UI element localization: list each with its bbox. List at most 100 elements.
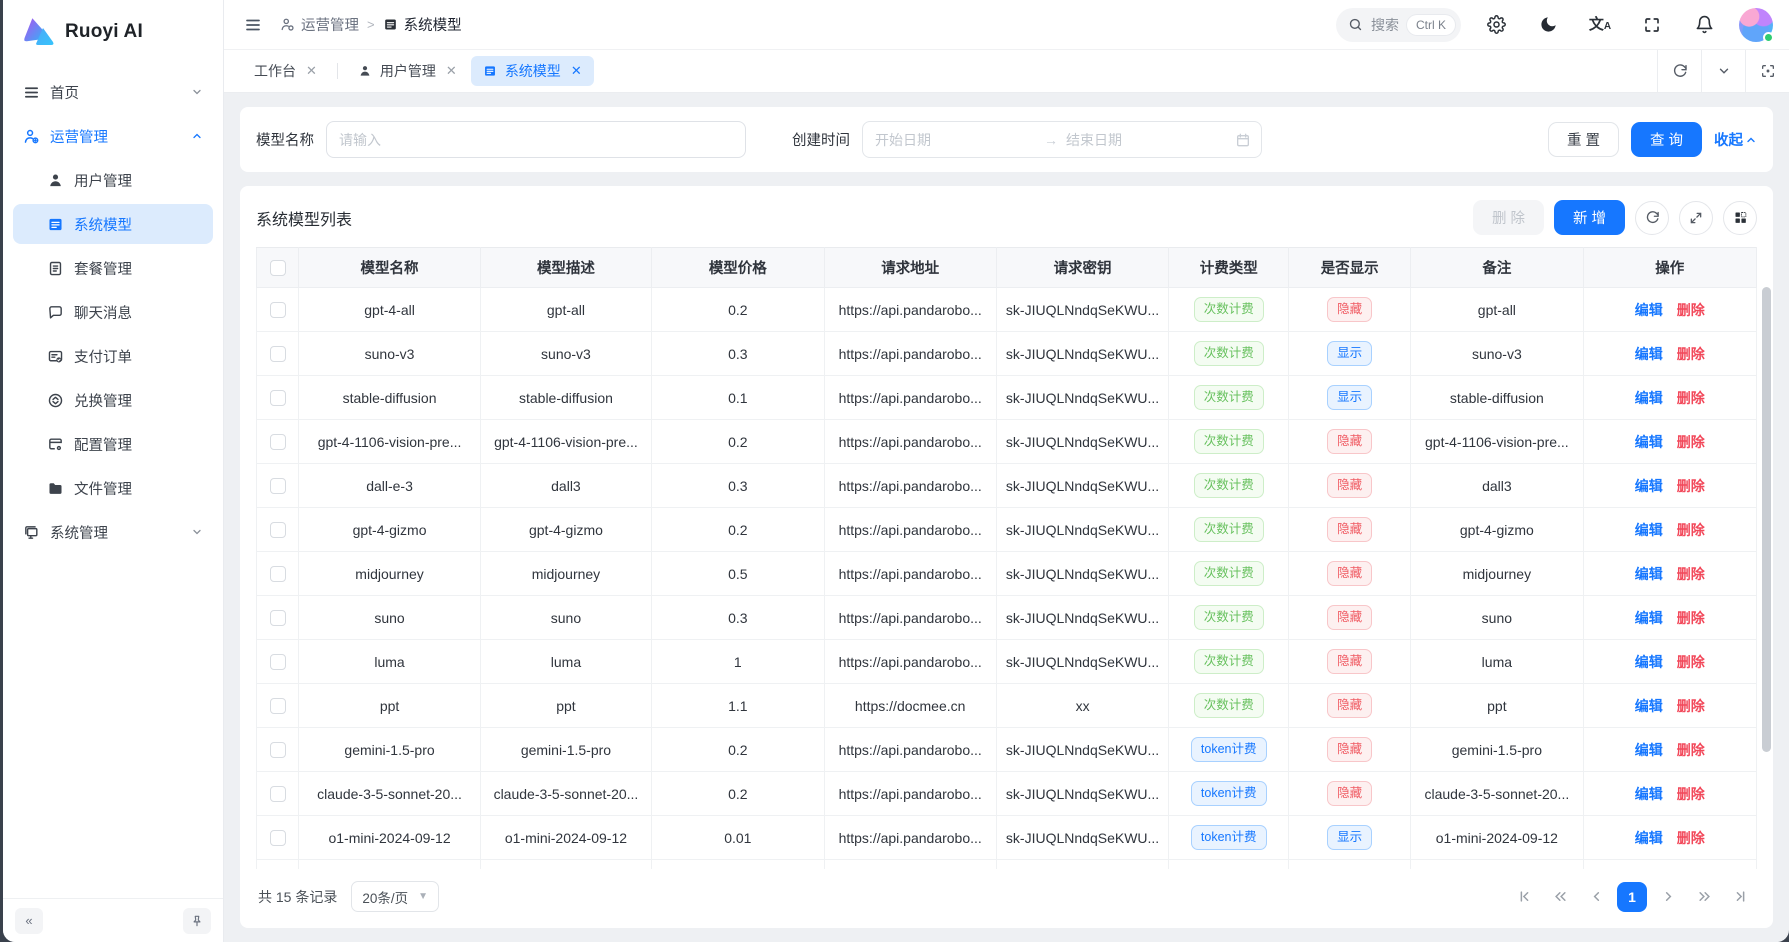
edit-link[interactable]: 编辑 [1635, 346, 1663, 362]
edit-link[interactable]: 编辑 [1635, 698, 1663, 714]
row-checkbox[interactable] [270, 742, 286, 758]
dark-mode-toggle[interactable] [1531, 8, 1565, 42]
sidebar-pin-button[interactable] [183, 908, 211, 934]
hamburger-menu-icon[interactable] [236, 8, 270, 42]
row-checkbox[interactable] [270, 522, 286, 538]
user-avatar[interactable] [1739, 8, 1773, 42]
delete-link[interactable]: 删除 [1677, 566, 1705, 582]
row-checkbox[interactable] [270, 830, 286, 846]
delete-link[interactable]: 删除 [1677, 522, 1705, 538]
row-checkbox[interactable] [270, 786, 286, 802]
jump-back-button[interactable] [1545, 882, 1575, 912]
fullscreen-button[interactable] [1635, 8, 1669, 42]
refresh-tab-button[interactable] [1657, 50, 1701, 92]
sidebar-item-payment-orders[interactable]: 支付订单 [13, 336, 213, 376]
tab-user-mgmt[interactable]: 用户管理✕ [346, 56, 469, 86]
sidebar-item-home[interactable]: 首页 [13, 72, 213, 112]
sidebar-item-operations[interactable]: 运营管理 [13, 116, 213, 156]
row-checkbox[interactable] [270, 654, 286, 670]
select-all-checkbox[interactable] [270, 260, 286, 276]
delete-link[interactable]: 删除 [1677, 434, 1705, 450]
visibility-badge[interactable]: 隐藏 [1327, 781, 1372, 806]
date-range-picker[interactable]: 开始日期 → 结束日期 [862, 121, 1262, 158]
sidebar-item-system-mgmt[interactable]: 系统管理 [13, 512, 213, 552]
visibility-badge[interactable]: 显示 [1327, 385, 1372, 410]
content-fullscreen-button[interactable] [1745, 50, 1789, 92]
scrollbar-thumb[interactable] [1762, 287, 1771, 752]
current-page-button[interactable]: 1 [1617, 882, 1647, 912]
visibility-badge[interactable]: 显示 [1327, 825, 1372, 850]
sidebar-collapse-button[interactable]: « [15, 908, 43, 934]
collapse-filter-link[interactable]: 收起 [1714, 129, 1757, 150]
edit-link[interactable]: 编辑 [1635, 742, 1663, 758]
row-checkbox[interactable] [270, 566, 286, 582]
add-button[interactable]: 新 增 [1554, 200, 1625, 235]
reset-button[interactable]: 重 置 [1548, 122, 1619, 157]
jump-forward-button[interactable] [1689, 882, 1719, 912]
model-name-input[interactable] [326, 121, 746, 158]
logo[interactable]: Ruoyi AI [3, 0, 223, 68]
page-size-select[interactable]: 20条/页 ▼ [351, 881, 439, 912]
delete-link[interactable]: 删除 [1677, 346, 1705, 362]
close-icon[interactable]: ✕ [446, 63, 457, 79]
visibility-badge[interactable]: 隐藏 [1327, 649, 1372, 674]
edit-link[interactable]: 编辑 [1635, 390, 1663, 406]
visibility-badge[interactable]: 隐藏 [1327, 605, 1372, 630]
delete-link[interactable]: 删除 [1677, 654, 1705, 670]
visibility-badge[interactable]: 隐藏 [1327, 473, 1372, 498]
table-fullscreen-button[interactable] [1679, 201, 1713, 235]
edit-link[interactable]: 编辑 [1635, 654, 1663, 670]
delete-link[interactable]: 删除 [1677, 302, 1705, 318]
breadcrumb-level1[interactable]: 运营管理 [280, 14, 359, 35]
delete-link[interactable]: 删除 [1677, 390, 1705, 406]
close-icon[interactable]: ✕ [306, 63, 317, 79]
delete-link[interactable]: 删除 [1677, 610, 1705, 626]
settings-button[interactable] [1479, 8, 1513, 42]
language-toggle[interactable]: 文A [1583, 8, 1617, 42]
edit-link[interactable]: 编辑 [1635, 786, 1663, 802]
row-checkbox[interactable] [270, 434, 286, 450]
row-checkbox[interactable] [270, 478, 286, 494]
delete-link[interactable]: 删除 [1677, 742, 1705, 758]
visibility-badge[interactable]: 隐藏 [1327, 561, 1372, 586]
edit-link[interactable]: 编辑 [1635, 302, 1663, 318]
row-checkbox[interactable] [270, 302, 286, 318]
first-page-button[interactable] [1509, 882, 1539, 912]
row-checkbox[interactable] [270, 346, 286, 362]
edit-link[interactable]: 编辑 [1635, 566, 1663, 582]
prev-page-button[interactable] [1581, 882, 1611, 912]
edit-link[interactable]: 编辑 [1635, 522, 1663, 538]
tab-system-model[interactable]: 系统模型✕ [471, 56, 594, 86]
delete-link[interactable]: 删除 [1677, 786, 1705, 802]
sidebar-item-system-model[interactable]: 系统模型 [13, 204, 213, 244]
row-checkbox[interactable] [270, 390, 286, 406]
sidebar-item-user-mgmt[interactable]: 用户管理 [13, 160, 213, 200]
visibility-badge[interactable]: 隐藏 [1327, 737, 1372, 762]
edit-link[interactable]: 编辑 [1635, 830, 1663, 846]
edit-link[interactable]: 编辑 [1635, 434, 1663, 450]
sidebar-item-package-mgmt[interactable]: 套餐管理 [13, 248, 213, 288]
tab-more-button[interactable] [1701, 50, 1745, 92]
visibility-badge[interactable]: 显示 [1327, 341, 1372, 366]
delete-link[interactable]: 删除 [1677, 830, 1705, 846]
visibility-badge[interactable]: 隐藏 [1327, 429, 1372, 454]
visibility-badge[interactable]: 隐藏 [1327, 693, 1372, 718]
column-settings-button[interactable] [1723, 201, 1757, 235]
close-icon[interactable]: ✕ [571, 63, 582, 79]
next-page-button[interactable] [1653, 882, 1683, 912]
delete-link[interactable]: 删除 [1677, 698, 1705, 714]
last-page-button[interactable] [1725, 882, 1755, 912]
sidebar-item-file-mgmt[interactable]: 文件管理 [13, 468, 213, 508]
delete-button[interactable]: 删 除 [1473, 200, 1544, 235]
delete-link[interactable]: 删除 [1677, 478, 1705, 494]
notifications-button[interactable] [1687, 8, 1721, 42]
query-button[interactable]: 查 询 [1631, 122, 1702, 157]
edit-link[interactable]: 编辑 [1635, 610, 1663, 626]
global-search[interactable]: 搜索 Ctrl K [1336, 8, 1461, 42]
sidebar-item-exchange-mgmt[interactable]: 兑换管理 [13, 380, 213, 420]
row-checkbox[interactable] [270, 610, 286, 626]
sidebar-item-config-mgmt[interactable]: 配置管理 [13, 424, 213, 464]
edit-link[interactable]: 编辑 [1635, 478, 1663, 494]
tab-workbench[interactable]: 工作台✕ [242, 56, 329, 86]
visibility-badge[interactable]: 隐藏 [1327, 297, 1372, 322]
